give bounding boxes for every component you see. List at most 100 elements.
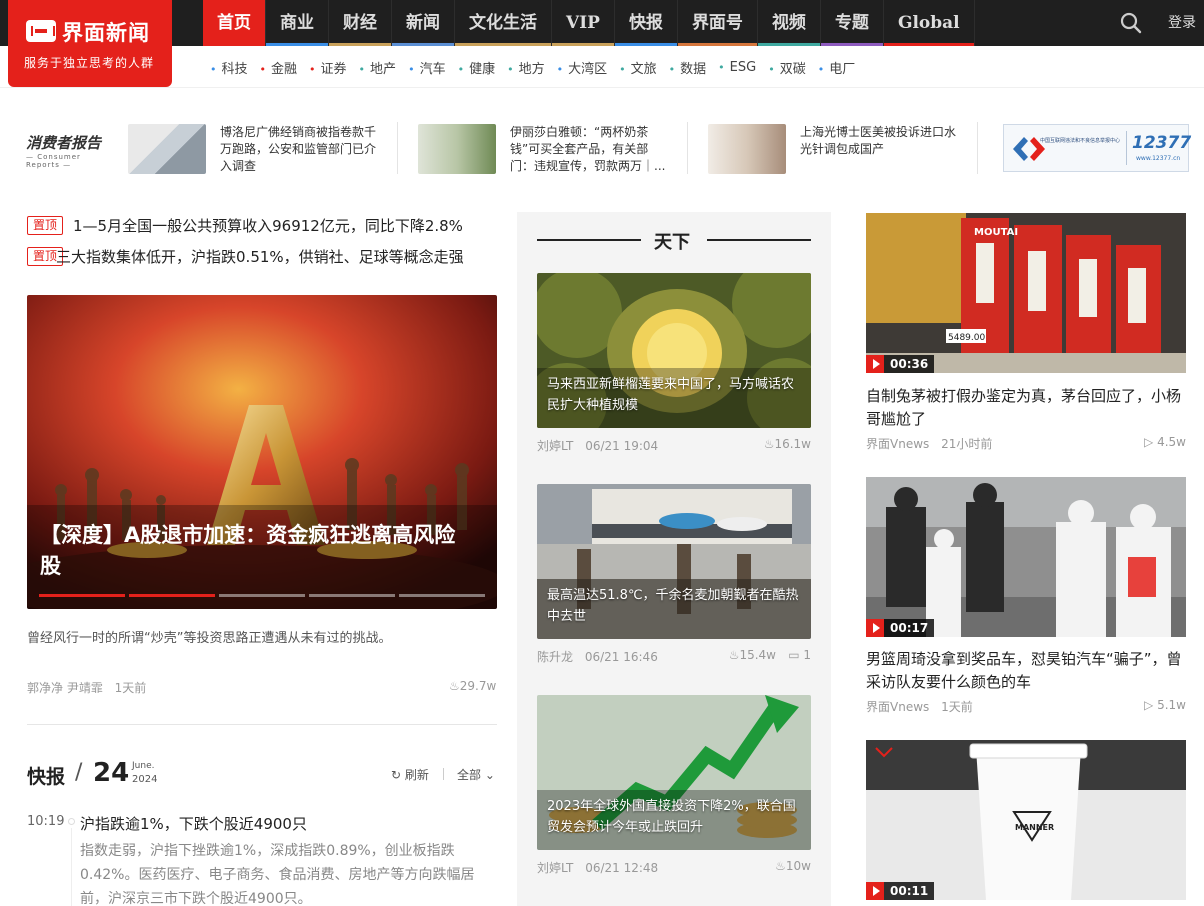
video-card[interactable]: 00:17: [866, 477, 1186, 637]
video-play-count: 4.5w: [1157, 435, 1186, 449]
card-views: ♨15.4w: [729, 648, 776, 662]
nav-item-global[interactable]: Global: [883, 0, 975, 46]
login-link[interactable]: 登录: [1168, 0, 1196, 46]
ad-card[interactable]: 上海光博士医美被投诉进口水光针调包成国产: [708, 124, 962, 174]
carousel-dot[interactable]: [129, 594, 215, 597]
flash-headline[interactable]: 沪指跌逾1%，下跌个股近4900只: [80, 813, 307, 834]
nav-item-culture[interactable]: 文化生活: [455, 0, 552, 46]
hero-view-count: 29.7w: [459, 679, 497, 693]
basketball-player-image: [866, 477, 1186, 637]
flash-news-title: 快报: [27, 766, 66, 788]
ad-thumb-image: [128, 124, 206, 174]
hero-author-names[interactable]: 郭净净 尹靖霏: [27, 681, 103, 695]
carousel-dot[interactable]: [39, 594, 125, 597]
subnav-item-power[interactable]: 电厂: [818, 58, 855, 77]
ad-card[interactable]: 伊丽莎白雅顿：“两杯奶茶钱”可买全套产品，有关部门：违规宣传，罚款两万｜...: [418, 124, 672, 174]
ad-divider: [397, 122, 398, 174]
tianxia-header: 天下: [537, 228, 811, 253]
consumer-report-logo[interactable]: 消费者报告 — Consumer Reports —: [26, 132, 110, 169]
card-meta: 陈升龙 06/21 16:46 ♨15.4w ▭ 1: [537, 648, 811, 665]
ad-divider: [687, 122, 688, 174]
subnav-item-esg[interactable]: ESG: [718, 60, 757, 75]
card-author[interactable]: 刘婷LT: [537, 439, 573, 453]
tianxia-card[interactable]: 2023年全球外国直接投资下降2%，联合国贸发会预计今年或止跌回升: [537, 695, 811, 850]
video-source[interactable]: 界面Vnews: [866, 700, 929, 714]
card-meta: 刘婷LT 06/21 19:04 ♨16.1w: [537, 437, 811, 454]
subnav-item-tech[interactable]: 科技: [210, 58, 248, 77]
timeline-dot: [68, 818, 75, 825]
pinned-headline[interactable]: 置顶 1—5月全国一般公共预算收入96912亿元，同比下降2.8%: [27, 214, 497, 236]
subnav-item-greater-bay[interactable]: 大湾区: [557, 58, 607, 77]
video-card[interactable]: MOUTAI 5489.00 00:36: [866, 213, 1186, 373]
subnav-item-tourism[interactable]: 文旅: [619, 58, 657, 77]
subnav-item-data[interactable]: 数据: [669, 58, 706, 77]
report-center-url: www.12377.cn: [1136, 155, 1181, 162]
main-nav: 首页 商业 财经 新闻 文化生活 VIP 快报 界面号 视频 专题 Global: [203, 0, 975, 46]
nav-item-news[interactable]: 新闻: [392, 0, 455, 46]
report-center-banner[interactable]: 中国互联网违法和不良信息举报中心 12377 www.12377.cn: [1003, 124, 1191, 172]
logo-icon: [26, 20, 56, 42]
cup-brand-text: MANNER: [1015, 823, 1054, 832]
nav-item-video[interactable]: 视频: [757, 0, 821, 46]
subnav-item-securities[interactable]: 证券: [309, 58, 347, 77]
play-icon: [866, 355, 884, 373]
tianxia-card[interactable]: 马来西亚新鲜榴莲要来中国了，马方喊话农民扩大种植规模: [537, 273, 811, 428]
pinned-headline[interactable]: 置顶 三大指数集体低开，沪指跌0.51%，供销社、足球等概念走强: [27, 245, 497, 267]
title-slash: /: [75, 760, 83, 785]
section-divider: [27, 724, 497, 725]
logo-slogan: 服务于独立思考的人群: [24, 56, 155, 70]
subnav-item-health[interactable]: 健康: [458, 58, 495, 77]
video-duration: 00:36: [890, 357, 929, 371]
card-view-count: 15.4w: [739, 648, 776, 662]
card-caption: 马来西亚新鲜榴莲要来中国了，马方喊话农民扩大种植规模: [547, 377, 795, 413]
card-meta: 刘婷LT 06/21 12:48 ♨10w: [537, 859, 811, 876]
nav-item-business[interactable]: 商业: [266, 0, 329, 46]
ad-headline: 上海光博士医美被投诉进口水光针调包成国产: [800, 125, 957, 156]
play-icon: [866, 619, 884, 637]
nav-item-flash[interactable]: 快报: [614, 0, 678, 46]
subnav-item-banking[interactable]: 金融: [260, 58, 297, 77]
subnav-item-realestate[interactable]: 地产: [359, 58, 396, 77]
video-duration-badge: 00:11: [866, 882, 935, 900]
tianxia-title: 天下: [654, 232, 690, 253]
carousel-dot[interactable]: [399, 594, 485, 597]
pinned-headline-text: 1—5月全国一般公共预算收入96912亿元，同比下降2.8%: [73, 216, 463, 235]
ad-card[interactable]: 博洛尼广佛经销商被指卷款千万跑路，公安和监管部门已介入调查: [128, 124, 382, 174]
flame-icon: ♨: [728, 648, 740, 662]
card-date: 06/21 16:46: [584, 650, 658, 664]
video-plays: ▷ 5.1w: [1144, 698, 1186, 712]
card-comments[interactable]: ▭ 1: [788, 648, 811, 662]
consumer-report-title: 消费者报告: [26, 134, 102, 152]
card-author[interactable]: 陈升龙: [537, 650, 573, 664]
subnav-item-auto[interactable]: 汽车: [408, 58, 446, 77]
card-author[interactable]: 刘婷LT: [537, 861, 573, 875]
search-icon[interactable]: [1120, 12, 1142, 34]
video-source[interactable]: 界面Vnews: [866, 437, 929, 451]
ad-headline: 伊丽莎白雅顿：“两杯奶茶钱”可买全套产品，有关部门：违规宣传，罚款两万｜...: [510, 125, 666, 173]
nav-item-vip[interactable]: VIP: [552, 0, 615, 46]
header-line: [707, 239, 811, 241]
ad-headline: 博洛尼广佛经销商被指卷款千万跑路，公安和监管部门已介入调查: [220, 125, 377, 173]
video-time: 21小时前: [941, 437, 993, 451]
subnav-item-local[interactable]: 地方: [507, 58, 545, 77]
ad-divider: [977, 122, 978, 174]
video-card[interactable]: MANNER 00:11: [866, 740, 1186, 900]
carousel-dots: [39, 594, 485, 597]
carousel-dot[interactable]: [219, 594, 305, 597]
nav-item-home[interactable]: 首页: [203, 0, 266, 46]
flame-icon: ♨: [775, 859, 786, 873]
refresh-button[interactable]: ↻ 刷新: [391, 766, 429, 783]
video-title[interactable]: 自制兔茅被打假办鉴定为真，茅台回应了，小杨哥尴尬了: [866, 385, 1186, 431]
refresh-label: 刷新: [404, 768, 429, 782]
moutai-image: MOUTAI 5489.00: [866, 213, 1186, 373]
nav-item-jiemianhao[interactable]: 界面号: [677, 0, 758, 46]
tianxia-card[interactable]: 最高温达51.8℃，千余名麦加朝觐者在酷热中去世: [537, 484, 811, 639]
nav-item-topics[interactable]: 专题: [820, 0, 884, 46]
hero-carousel[interactable]: 【深度】A股退市加速：资金疯狂逃离高风险股: [27, 295, 497, 609]
filter-dropdown[interactable]: 全部 ⌄: [457, 766, 495, 783]
carousel-dot[interactable]: [309, 594, 395, 597]
subnav-item-carbon[interactable]: 双碳: [768, 58, 806, 77]
video-title[interactable]: 男篮周琦没拿到奖品车，怼昊铂汽车“骗子”，曾采访队友要什么颜色的车: [866, 648, 1186, 694]
site-logo[interactable]: 界面新闻 服务于独立思考的人群: [8, 0, 172, 87]
nav-item-finance[interactable]: 财经: [329, 0, 392, 46]
